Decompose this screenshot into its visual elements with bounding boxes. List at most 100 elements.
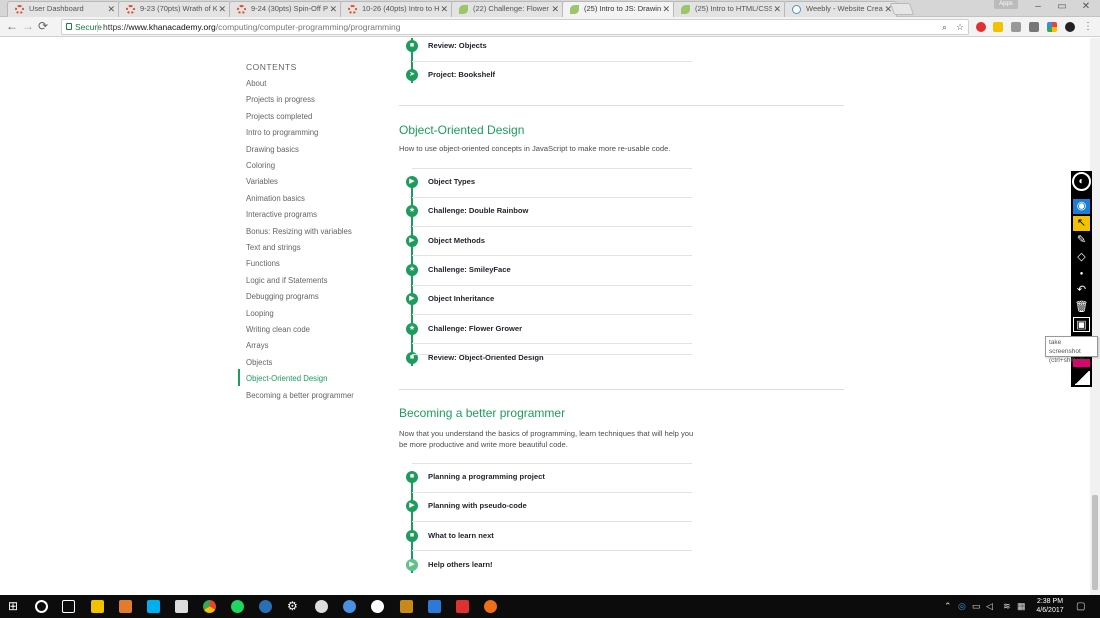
spotify-icon[interactable] xyxy=(231,600,244,613)
toc-item[interactable]: Projects in progress xyxy=(246,95,315,105)
chrome-icon[interactable] xyxy=(203,600,216,613)
browser-app-icon[interactable] xyxy=(343,600,356,613)
xbox-icon[interactable] xyxy=(315,600,328,613)
toc-item[interactable]: Looping xyxy=(246,309,274,319)
toc-item[interactable]: Interactive programs xyxy=(246,210,317,220)
toc-item[interactable]: Becoming a better programmer xyxy=(246,391,354,401)
forward-button[interactable]: → xyxy=(22,19,34,34)
steam-icon[interactable] xyxy=(259,600,272,613)
browser-tab[interactable]: (25) Intro to HTML/CSS: ✕ xyxy=(673,1,786,17)
window-app-icon[interactable] xyxy=(428,600,441,613)
toc-item[interactable]: About xyxy=(246,79,266,89)
new-tab-button[interactable] xyxy=(889,3,915,15)
trash-icon[interactable]: 🗑 xyxy=(1073,300,1090,315)
paint-app-icon[interactable] xyxy=(456,600,469,613)
browser-tab[interactable]: 9-23 (70pts) Wrath of Kh ✕ xyxy=(118,1,231,17)
tab-close-icon[interactable]: ✕ xyxy=(329,2,337,16)
maximize-button[interactable]: ▭ xyxy=(1050,1,1074,12)
cortana-icon[interactable] xyxy=(35,600,48,613)
toc-item[interactable]: Arrays xyxy=(246,341,269,351)
extension-cast-icon[interactable] xyxy=(1029,22,1039,32)
ink-logo-icon[interactable]: ◐ xyxy=(1072,172,1091,191)
extension-colors-icon[interactable] xyxy=(1047,22,1057,32)
back-button[interactable]: ← xyxy=(6,19,18,34)
toc-item[interactable]: Animation basics xyxy=(246,194,305,204)
tab-close-icon[interactable]: ✕ xyxy=(440,2,448,16)
search-icon[interactable]: ⌕ xyxy=(942,20,947,34)
tray-volume-icon[interactable]: ◁ xyxy=(986,601,993,612)
extension-opera-icon[interactable] xyxy=(976,22,986,32)
bookmark-star-icon[interactable]: ☆ xyxy=(956,20,964,34)
extension-tile-icon[interactable] xyxy=(993,22,1003,32)
eraser-tool-icon[interactable]: ◇ xyxy=(1073,250,1090,265)
toc-item[interactable]: Bonus: Resizing with variables xyxy=(246,227,352,237)
lesson-link[interactable]: Planning a programming project xyxy=(428,472,545,482)
chrome-menu-icon[interactable]: ⋮ xyxy=(1083,19,1093,34)
toc-item[interactable]: Projects completed xyxy=(246,112,312,122)
profile-button[interactable]: Apps xyxy=(994,0,1018,9)
browser-tab[interactable]: User Dashboard ✕ xyxy=(7,1,120,17)
section-title-object-oriented-design[interactable]: Object-Oriented Design xyxy=(399,123,524,137)
lesson-link[interactable]: Challenge: Flower Grower xyxy=(428,324,522,334)
settings-gear-icon[interactable]: ⚙ xyxy=(287,600,300,613)
lesson-link[interactable]: Project: Bookshelf xyxy=(428,70,495,80)
lesson-link[interactable]: Object Inheritance xyxy=(428,294,494,304)
tab-close-icon[interactable]: ✕ xyxy=(773,2,781,16)
minimize-button[interactable]: – xyxy=(1026,1,1050,12)
skype-icon[interactable] xyxy=(147,600,160,613)
code-app-icon[interactable] xyxy=(400,600,413,613)
tray-wifi-icon[interactable]: ≋ xyxy=(1003,601,1011,612)
pen-tool-icon[interactable]: ✎ xyxy=(1073,233,1090,248)
lesson-link[interactable]: Planning with pseudo-code xyxy=(428,501,527,511)
taskbar-clock[interactable]: 2:38 PM 4/6/2017 xyxy=(1030,597,1070,615)
tray-expand-icon[interactable]: ⌃ xyxy=(944,601,952,612)
lesson-link[interactable]: Challenge: Double Rainbow xyxy=(428,206,528,216)
notification-icon[interactable]: ▢ xyxy=(1076,601,1085,612)
toc-item[interactable]: Coloring xyxy=(246,161,275,171)
browser-tab[interactable]: 10-26 (40pts) Intro to HT ✕ xyxy=(340,1,453,17)
dot-size-icon[interactable]: ● xyxy=(1073,267,1090,282)
browser-tab[interactable]: (25) Intro to JS: Drawing ✕ xyxy=(562,1,675,17)
reload-button[interactable]: ⟳ xyxy=(38,19,48,34)
toc-item[interactable]: Variables xyxy=(246,177,278,187)
browser-tab[interactable]: 9-24 (30pts) Spin-Off Pr ✕ xyxy=(229,1,342,17)
camera-icon[interactable]: ▣ xyxy=(1073,317,1090,332)
cursor-tool-icon[interactable]: ↖ xyxy=(1073,216,1090,231)
toc-item[interactable]: Functions xyxy=(246,259,280,269)
lesson-link[interactable]: What to learn next xyxy=(428,531,494,541)
tray-battery-icon[interactable]: ▭ xyxy=(972,601,981,612)
tab-close-icon[interactable]: ✕ xyxy=(551,2,559,16)
toc-item[interactable]: Intro to programming xyxy=(246,128,318,138)
extension-ink-icon[interactable] xyxy=(1065,22,1075,32)
toc-item[interactable]: Logic and if Statements xyxy=(246,276,327,286)
browser-tab[interactable]: (22) Challenge: Flower Gr✕ xyxy=(451,1,564,17)
eye-icon[interactable]: ◉ xyxy=(1073,199,1090,214)
lesson-link[interactable]: Object Methods xyxy=(428,236,485,246)
task-view-icon[interactable] xyxy=(62,600,75,613)
tab-close-icon[interactable]: ✕ xyxy=(662,2,670,16)
lesson-link[interactable]: Review: Objects xyxy=(428,41,487,51)
toc-item[interactable]: Object-Oriented Design xyxy=(246,374,327,384)
section-title-becoming-better-programmer[interactable]: Becoming a better programmer xyxy=(399,406,565,420)
close-window-button[interactable]: ✕ xyxy=(1074,1,1098,12)
ink-app-icon[interactable] xyxy=(371,600,384,613)
toc-item[interactable]: Objects xyxy=(246,358,272,368)
toc-item[interactable]: Debugging programs xyxy=(246,292,319,302)
tab-close-icon[interactable]: ✕ xyxy=(107,2,115,16)
color-picker-icon[interactable] xyxy=(1073,371,1090,385)
firefox-like-icon[interactable] xyxy=(484,600,497,613)
browser-tab[interactable]: Weebly - Website Creati ✕ xyxy=(784,1,897,17)
toc-item[interactable]: Writing clean code xyxy=(246,325,310,335)
lesson-link[interactable]: Object Types xyxy=(428,177,475,187)
lesson-link[interactable]: Help others learn! xyxy=(428,560,493,570)
toc-item[interactable]: Drawing basics xyxy=(246,145,299,155)
calculator-icon[interactable] xyxy=(175,600,188,613)
undo-icon[interactable]: ↶ xyxy=(1073,283,1090,298)
file-explorer-icon[interactable] xyxy=(91,600,104,613)
extension-translate-icon[interactable] xyxy=(1011,22,1021,32)
scrollbar-thumb[interactable] xyxy=(1092,495,1098,590)
media-icon[interactable] xyxy=(119,600,132,613)
address-bar[interactable]: Secure https://www.khanacademy.org/compu… xyxy=(61,19,969,35)
toc-item[interactable]: Text and strings xyxy=(246,243,301,253)
windows-start-icon[interactable]: ⊞ xyxy=(8,600,21,613)
